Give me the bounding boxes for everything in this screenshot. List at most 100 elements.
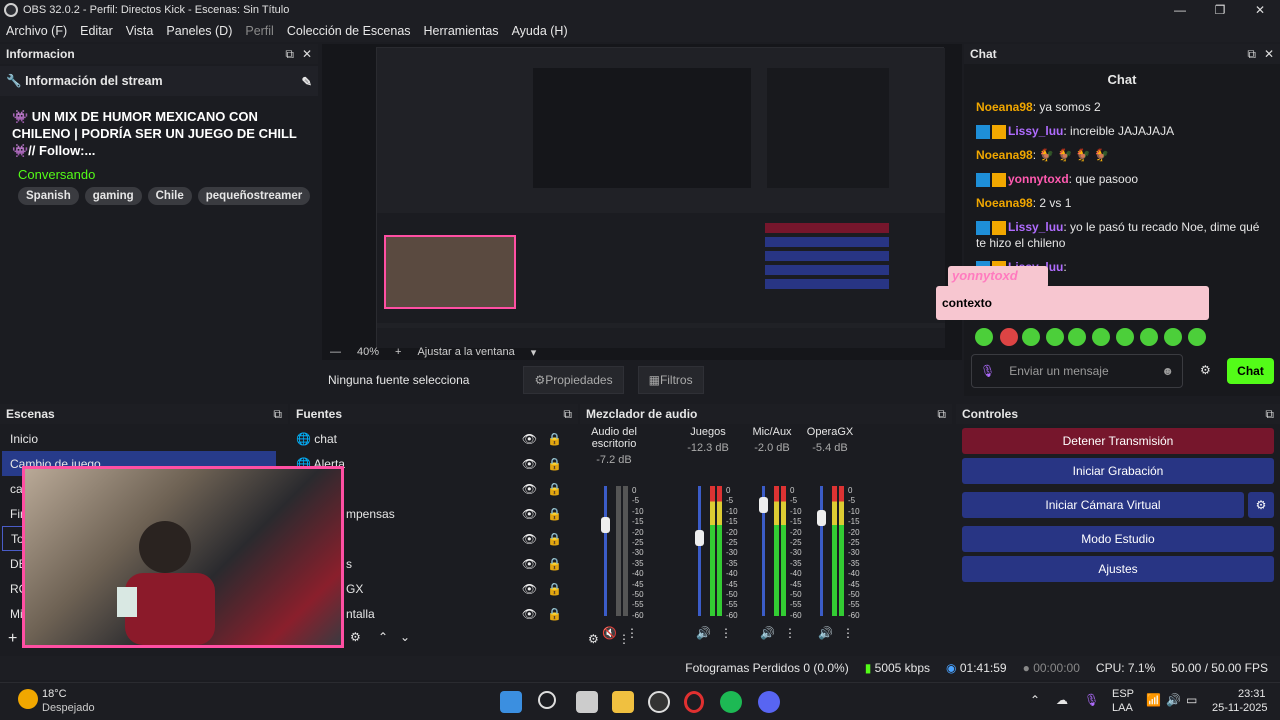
move-up-icon[interactable]: ⌃ (378, 630, 388, 644)
float-icon[interactable]: ⧉ (563, 407, 572, 422)
eye-icon[interactable]: 👁 (522, 607, 537, 621)
menu-editar[interactable]: Editar (80, 24, 113, 38)
lock-icon[interactable]: 🔒 (547, 557, 562, 571)
scene-item[interactable]: Inicio (2, 426, 276, 451)
edit-icon[interactable]: ✎ (302, 74, 312, 89)
menu-coleccion[interactable]: Colección de Escenas (287, 24, 411, 38)
chat-username[interactable]: yonnytoxd (1008, 172, 1069, 186)
file-explorer-icon[interactable] (612, 691, 634, 713)
clock-time[interactable]: 23:31 (1238, 688, 1266, 700)
menu-paneles[interactable]: Paneles (D) (166, 24, 232, 38)
gear-icon[interactable]: ⚙ (350, 630, 361, 644)
lock-icon[interactable]: 🔒 (547, 432, 562, 446)
emote-icon[interactable] (1022, 328, 1040, 346)
volume-fader[interactable] (601, 486, 610, 616)
lock-icon[interactable]: 🔒 (547, 532, 562, 546)
speaker-icon[interactable]: 🔊 (696, 626, 711, 640)
stop-stream-button[interactable]: Detener Transmisión (962, 428, 1274, 454)
more-icon[interactable]: ⋮ (784, 626, 796, 640)
emoji-icon[interactable]: ☻ (1161, 364, 1174, 378)
minimize-icon[interactable]: — (1160, 0, 1200, 20)
menu-vista[interactable]: Vista (126, 24, 154, 38)
mic-tray-icon[interactable]: 🎙 (1084, 693, 1099, 707)
emote-icon[interactable] (1164, 328, 1182, 346)
close-icon[interactable]: ✕ (302, 47, 312, 62)
emote-icon[interactable] (1188, 328, 1206, 346)
properties-button[interactable]: ⚙Propiedades (523, 366, 624, 394)
language-code[interactable]: ESP (1112, 688, 1134, 700)
fader-knob[interactable] (601, 517, 610, 533)
speaker-icon[interactable]: 🔊 (818, 626, 833, 640)
eye-icon[interactable]: 👁 (522, 532, 537, 546)
fader-knob[interactable] (695, 530, 704, 546)
lock-icon[interactable]: 🔒 (547, 482, 562, 496)
muted-speaker-icon[interactable]: 🔇 (602, 626, 617, 640)
lock-icon[interactable]: 🔒 (547, 507, 562, 521)
eye-icon[interactable]: 👁 (522, 457, 537, 471)
chat-input[interactable]: 🎙 Enviar un mensaje ☻ (971, 354, 1183, 388)
float-icon[interactable]: ⧉ (937, 407, 946, 422)
menu-herramientas[interactable]: Herramientas (424, 24, 499, 38)
spotify-icon[interactable] (720, 691, 742, 713)
start-virtual-cam-button[interactable]: Iniciar Cámara Virtual (962, 492, 1244, 518)
emote-icon[interactable] (1046, 328, 1064, 346)
mic-icon[interactable]: 🎙 (980, 364, 995, 378)
virtual-cam-gear-icon[interactable]: ⚙ (1248, 492, 1274, 518)
preview-canvas[interactable] (376, 47, 945, 348)
eye-icon[interactable]: 👁 (522, 507, 537, 521)
mixer-settings-icon[interactable]: ⚙ (588, 632, 599, 646)
battery-icon[interactable]: ▭ (1186, 693, 1197, 707)
close-icon[interactable]: ✕ (1264, 47, 1274, 62)
weather-icon[interactable] (18, 689, 38, 709)
lock-icon[interactable]: 🔒 (547, 607, 562, 621)
settings-button[interactable]: Ajustes (962, 556, 1274, 582)
eye-icon[interactable]: 👁 (522, 432, 537, 446)
maximize-icon[interactable]: ❐ (1200, 0, 1240, 20)
more-icon[interactable]: ⋮ (842, 626, 854, 640)
cloud-icon[interactable]: ☁ (1056, 693, 1068, 707)
opera-gx-icon[interactable] (684, 691, 704, 713)
start-recording-button[interactable]: Iniciar Grabación (962, 458, 1274, 484)
filters-button[interactable]: ▦Filtros (637, 366, 704, 394)
menu-perfil[interactable]: Perfil (245, 24, 273, 38)
chat-settings-gear-icon[interactable]: ⚙ (1200, 363, 1211, 377)
source-item[interactable]: 🌐 chat 👁 🔒 (290, 426, 578, 451)
volume-fader[interactable] (817, 486, 826, 616)
float-icon[interactable]: ⧉ (1265, 407, 1274, 422)
volume-icon[interactable]: 🔊 (1166, 693, 1181, 707)
menu-ayuda[interactable]: Ayuda (H) (512, 24, 568, 38)
lock-icon[interactable]: 🔒 (547, 457, 562, 471)
wifi-icon[interactable]: 📶 (1146, 693, 1161, 707)
lock-icon[interactable]: 🔒 (547, 582, 562, 596)
eye-icon[interactable]: 👁 (522, 482, 537, 496)
float-icon[interactable]: ⧉ (273, 407, 282, 422)
move-down-icon[interactable]: ⌄ (400, 630, 410, 644)
chat-username[interactable]: Lissy_luu (1008, 220, 1063, 234)
task-view-icon[interactable] (576, 691, 598, 713)
language-layout[interactable]: LAA (1112, 702, 1133, 714)
chat-username[interactable]: Noeana98 (976, 148, 1033, 162)
emote-icon[interactable] (1068, 328, 1086, 346)
chat-send-button[interactable]: Chat (1227, 358, 1274, 384)
fader-knob[interactable] (759, 497, 768, 513)
windows-start-icon[interactable] (500, 691, 522, 713)
clock-date[interactable]: 25-11-2025 (1212, 702, 1267, 714)
fader-knob[interactable] (817, 510, 826, 526)
zoom-out-icon[interactable]: — (330, 346, 341, 358)
float-icon[interactable]: ⧉ (1247, 47, 1256, 62)
zoom-level[interactable]: 40% (357, 346, 379, 358)
close-icon[interactable]: ✕ (1240, 0, 1280, 20)
emote-icon[interactable] (1140, 328, 1158, 346)
emote-icon[interactable] (1000, 328, 1018, 346)
obs-taskbar-icon[interactable] (648, 691, 670, 713)
eye-icon[interactable]: 👁 (522, 557, 537, 571)
discord-icon[interactable] (758, 691, 780, 713)
search-icon[interactable] (538, 691, 556, 709)
fit-window-select[interactable]: Ajustar a la ventana (417, 346, 514, 358)
volume-fader[interactable] (695, 486, 704, 616)
eye-icon[interactable]: 👁 (522, 582, 537, 596)
emote-icon[interactable] (1092, 328, 1110, 346)
chat-username[interactable]: Noeana98 (976, 100, 1033, 114)
more-icon[interactable]: ⋮ (618, 632, 630, 646)
speaker-icon[interactable]: 🔊 (760, 626, 775, 640)
